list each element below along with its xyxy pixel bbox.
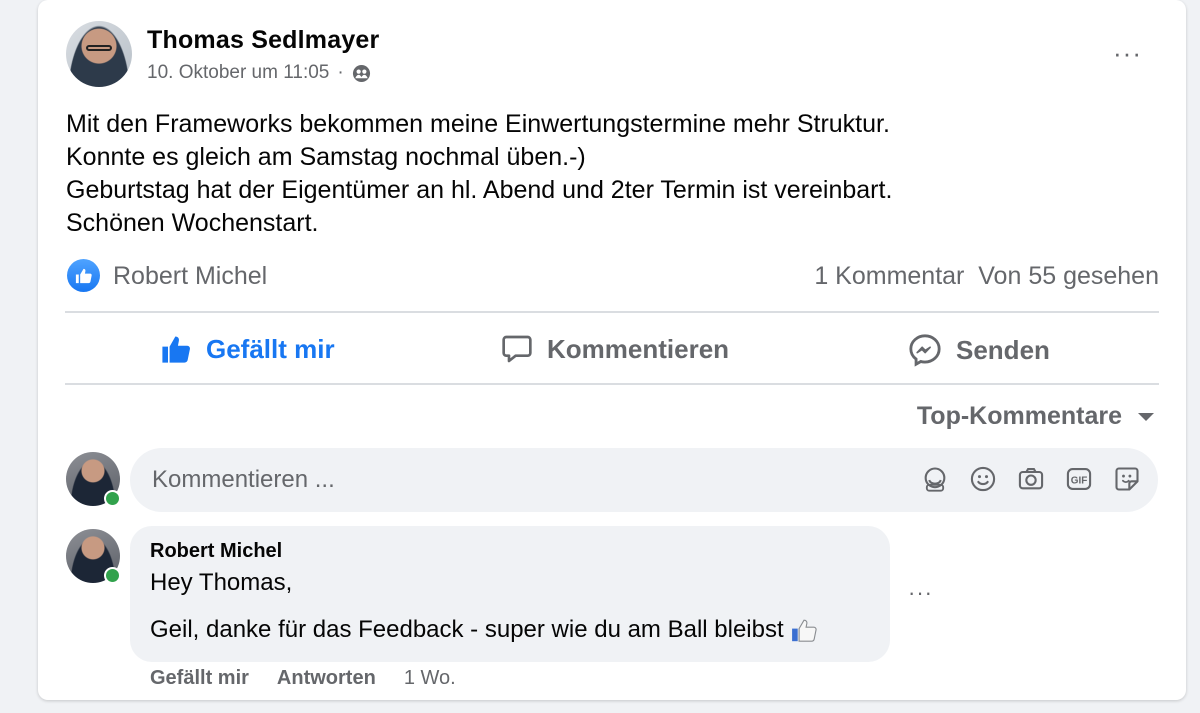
comment-line: Hey Thomas, [150, 569, 293, 596]
meta-separator: · [337, 62, 344, 83]
camera-icon[interactable] [1016, 464, 1046, 494]
comment-like-link[interactable]: Gefällt mir [150, 667, 249, 690]
comment-sort-dropdown[interactable]: Top-Kommentare [917, 402, 1154, 431]
comment-bubble-icon [502, 335, 532, 363]
comment-bubble: Robert Michel Hey Thomas, Geil, danke fü… [130, 526, 890, 662]
like-reaction-icon[interactable] [67, 259, 100, 292]
comment-age[interactable]: 1 Wo. [404, 667, 456, 690]
comment-line: Geil, danke für das Feedback - super wie… [150, 616, 870, 644]
comment-input[interactable] [150, 465, 854, 495]
comment-options-icon[interactable]: ··· [908, 580, 933, 606]
post-line: Geburtstag hat der Eigentümer an hl. Abe… [66, 176, 893, 204]
sort-label: Top-Kommentare [916, 402, 1122, 430]
thumbs-up-emoji-icon [791, 619, 817, 642]
comment-label: Kommentieren [547, 333, 730, 364]
author-avatar[interactable] [66, 21, 132, 87]
emoji-icon[interactable] [968, 464, 998, 494]
post-line: Konnte es gleich am Samstag nochmal üben… [66, 143, 586, 171]
reactions-names[interactable]: Robert Michel [113, 262, 267, 291]
post-timestamp[interactable]: 10. Oktober um 11:05 [147, 62, 329, 84]
post-stats[interactable]: 1 Kommentar Von 55 gesehen [814, 262, 1159, 291]
send-button[interactable]: Senden [908, 333, 1050, 367]
send-label: Senden [956, 334, 1050, 365]
online-status-dot [104, 490, 121, 507]
like-button[interactable]: Gefällt mir [160, 333, 335, 365]
svg-text:GIF: GIF [1071, 476, 1088, 487]
caret-down-icon [1138, 412, 1154, 421]
divider [65, 383, 1159, 385]
post-line: Mit den Frameworks bekommen meine Einwer… [66, 110, 890, 138]
comment-reply-link[interactable]: Antworten [277, 667, 376, 690]
thumbs-up-icon [162, 336, 190, 363]
like-label: Gefällt mir [206, 333, 335, 364]
comment-author[interactable]: Robert Michel [150, 540, 870, 563]
comment-button[interactable]: Kommentieren [501, 333, 729, 365]
comment-actions: Gefällt mir Antworten 1 Wo. [150, 667, 456, 690]
comment-composer[interactable]: GIF [130, 448, 1158, 512]
post-text: Mit den Frameworks bekommen meine Einwer… [66, 108, 892, 240]
sticker-icon[interactable] [1112, 464, 1142, 494]
audience-friends-icon[interactable] [352, 64, 371, 83]
post-line: Schönen Wochenstart. [66, 209, 319, 237]
post-meta: 10. Oktober um 11:05 · [147, 62, 371, 84]
avatar-sticker-icon[interactable] [920, 464, 950, 494]
messenger-icon [909, 334, 941, 367]
author-name[interactable]: Thomas Sedlmayer [147, 26, 379, 55]
gif-icon[interactable]: GIF [1064, 464, 1094, 494]
divider [65, 311, 1159, 313]
post-options-icon[interactable]: ··· [1113, 38, 1142, 69]
online-status-dot [104, 567, 121, 584]
comment-line-text: Geil, danke für das Feedback - super wie… [150, 616, 784, 643]
post-card: Thomas Sedlmayer 10. Oktober um 11:05 · … [38, 0, 1186, 700]
composer-tools: GIF [920, 464, 1142, 494]
